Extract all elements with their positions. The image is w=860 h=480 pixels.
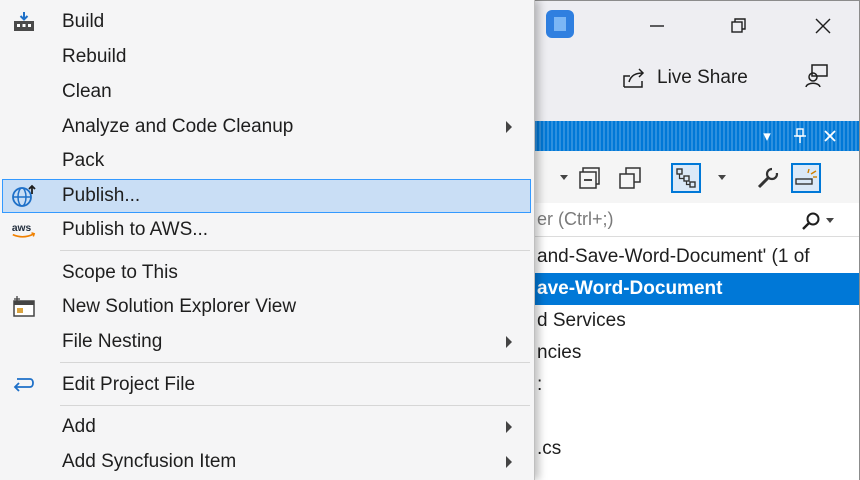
- tree-item[interactable]: :: [531, 369, 859, 401]
- menu-item-analyze-code-cleanup[interactable]: Analyze and Code Cleanup: [2, 110, 531, 144]
- edit-arrow-icon: [10, 373, 38, 397]
- menu-separator: [60, 362, 530, 363]
- live-share-button[interactable]: Live Share: [621, 63, 748, 93]
- wrench-icon: [757, 167, 779, 189]
- menu-item-label: Publish to AWS...: [62, 219, 209, 240]
- share-icon: [623, 68, 645, 88]
- pin-button[interactable]: [789, 125, 811, 147]
- close-icon: [815, 18, 831, 34]
- chevron-down-icon: [826, 218, 834, 223]
- close-icon: [824, 130, 836, 142]
- copy-icon: [619, 167, 641, 189]
- menu-item-label: New Solution Explorer View: [62, 296, 297, 317]
- live-share-label: Live Share: [657, 67, 748, 88]
- preview-selected-button[interactable]: [791, 163, 821, 193]
- menu-item-publish-aws[interactable]: aws Publish to AWS...: [2, 213, 531, 247]
- build-icon: [10, 10, 38, 34]
- menu-item-new-solution-explorer-view[interactable]: New Solution Explorer View: [2, 290, 531, 324]
- hierarchy-icon: [676, 168, 696, 188]
- menu-separator: [60, 405, 530, 406]
- menu-item-publish[interactable]: Publish...: [2, 179, 531, 213]
- submenu-arrow-icon: [506, 121, 512, 133]
- solution-tree: and-Save-Word-Document' (1 of ave-Word-D…: [531, 237, 859, 480]
- menu-item-scope-to-this[interactable]: Scope to This: [2, 256, 531, 290]
- minimize-icon: [650, 25, 664, 27]
- menu-item-add-syncfusion-item[interactable]: Add Syncfusion Item: [2, 445, 531, 479]
- search-options[interactable]: [801, 209, 841, 233]
- tree-item-connected-services[interactable]: d Services: [531, 305, 859, 337]
- tree-item[interactable]: [531, 401, 859, 433]
- preview-icon: [795, 168, 817, 185]
- search-input[interactable]: er (Ctrl+;): [537, 209, 614, 230]
- tree-item-cs-file[interactable]: .cs: [531, 433, 859, 465]
- close-button[interactable]: [805, 11, 841, 41]
- menu-item-edit-project-file[interactable]: Edit Project File: [2, 368, 531, 402]
- panel-dropdown-button[interactable]: ▾: [756, 125, 778, 147]
- menu-item-pack[interactable]: Pack: [2, 144, 531, 178]
- chevron-down-icon: [560, 175, 568, 180]
- submenu-arrow-icon: [506, 456, 512, 468]
- menu-item-build[interactable]: Build: [2, 5, 531, 39]
- collapse-all-button[interactable]: [575, 163, 605, 193]
- feedback-icon: [805, 64, 828, 88]
- tree-item-project[interactable]: ave-Word-Document: [531, 273, 859, 305]
- submenu-arrow-icon: [506, 421, 512, 433]
- solution-explorer-toolbar: [531, 151, 859, 203]
- collapse-icon: [579, 167, 600, 189]
- menu-item-label: Analyze and Code Cleanup: [62, 116, 294, 137]
- sync-view-button[interactable]: [671, 163, 701, 193]
- sync-dropdown-button[interactable]: [707, 163, 737, 193]
- solution-explorer-search[interactable]: er (Ctrl+;): [531, 203, 859, 237]
- properties-button[interactable]: [753, 163, 783, 193]
- menu-item-label: Pack: [62, 150, 105, 171]
- menu-item-label: Publish...: [62, 185, 141, 206]
- submenu-arrow-icon: [506, 336, 512, 348]
- context-menu: Build Rebuild Clean Analyze and Code Cle…: [0, 0, 535, 480]
- menu-item-add[interactable]: Add: [2, 410, 531, 444]
- minimize-button[interactable]: [639, 11, 675, 41]
- copy-view-button[interactable]: [615, 163, 645, 193]
- feedback-button[interactable]: [801, 59, 833, 91]
- menu-item-file-nesting[interactable]: File Nesting: [2, 325, 531, 359]
- restore-icon: [731, 18, 746, 33]
- menu-item-label: Add: [62, 416, 96, 437]
- tree-item-dependencies[interactable]: ncies: [531, 337, 859, 369]
- chevron-down-icon: [718, 175, 726, 180]
- panel-close-button[interactable]: [819, 125, 841, 147]
- menu-item-label: Rebuild: [62, 46, 127, 67]
- menu-item-label: Scope to This: [62, 262, 178, 283]
- aws-icon: aws: [10, 218, 38, 242]
- tree-item-solution[interactable]: and-Save-Word-Document' (1 of: [531, 241, 859, 273]
- publish-globe-icon: [10, 184, 38, 208]
- restore-button[interactable]: [721, 11, 757, 41]
- menu-item-label: File Nesting: [62, 331, 163, 352]
- menu-item-label: Clean: [62, 81, 112, 102]
- menu-item-rebuild[interactable]: Rebuild: [2, 40, 531, 74]
- menu-separator: [60, 250, 530, 251]
- new-window-icon: [10, 295, 38, 319]
- pin-icon: [794, 128, 806, 143]
- search-icon: [802, 212, 820, 230]
- solution-explorer-header: ▾: [531, 121, 859, 151]
- menu-item-label: Add Syncfusion Item: [62, 451, 237, 472]
- account-avatar[interactable]: [546, 10, 574, 38]
- menu-item-label: Build: [62, 11, 105, 32]
- menu-item-label: Edit Project File: [62, 374, 196, 395]
- aws-icon-text: aws: [12, 223, 32, 234]
- menu-item-clean[interactable]: Clean: [2, 75, 531, 109]
